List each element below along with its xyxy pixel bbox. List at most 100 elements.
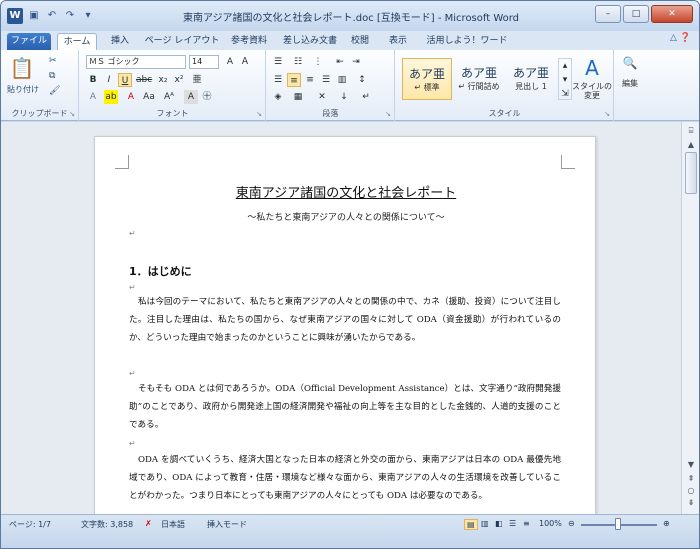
document-subtitle[interactable]: ～私たちと東南アジアの人々との関係について～: [95, 210, 597, 223]
page-count[interactable]: ページ: 1/7: [9, 519, 51, 530]
tab-word-tips[interactable]: 活用しよう！ワード: [425, 33, 509, 50]
zoom-out-icon[interactable]: ⊖: [568, 519, 575, 528]
language[interactable]: 日本語: [161, 519, 185, 530]
bullets-icon[interactable]: ☰: [271, 55, 285, 69]
highlight-color-icon[interactable]: ab: [104, 90, 118, 104]
cut-icon[interactable]: ✂: [49, 56, 57, 66]
redo-icon[interactable]: ↷: [63, 9, 77, 23]
tab-file[interactable]: ファイル: [7, 33, 51, 50]
change-styles-button[interactable]: スタイルの変更: [570, 82, 614, 100]
draft-icon[interactable]: ≡: [523, 519, 530, 528]
find-icon[interactable]: 🔍: [619, 56, 641, 70]
tab-view[interactable]: 表示: [385, 33, 411, 50]
align-left-icon[interactable]: ☰: [271, 73, 285, 87]
insert-mode[interactable]: 挿入モード: [207, 519, 247, 530]
change-styles-icon[interactable]: A: [572, 56, 612, 80]
minimize-button[interactable]: –: [595, 5, 621, 23]
maximize-button[interactable]: □: [623, 5, 649, 23]
help-icon[interactable]: ❓: [680, 33, 691, 43]
numbering-icon[interactable]: ☷: [291, 55, 305, 69]
font-color-icon[interactable]: A: [124, 90, 138, 104]
superscript-button[interactable]: x²: [172, 73, 186, 87]
next-page-icon[interactable]: ⇟: [684, 496, 698, 510]
grow-font-icon[interactable]: A: [223, 55, 237, 69]
print-layout-icon[interactable]: ▤: [464, 519, 478, 530]
tab-references[interactable]: 参考資料: [227, 33, 271, 50]
vertical-scrollbar[interactable]: ⌸ ▲ ▼ ⇞ ○ ⇟: [681, 122, 699, 514]
window-controls: – □ ✕: [595, 5, 693, 23]
italic-button[interactable]: I: [102, 73, 116, 87]
bold-button[interactable]: B: [86, 73, 100, 87]
status-bar: ページ: 1/7 文字数: 3,858 ✗ 日本語 挿入モード ▤ ▥ ◧ ☰ …: [1, 514, 699, 548]
scroll-up-icon[interactable]: ▲: [684, 138, 698, 152]
ruler-toggle-icon[interactable]: ⌸: [684, 124, 698, 138]
format-painter-icon[interactable]: 🖌: [49, 86, 60, 96]
zoom-level[interactable]: 100%: [539, 519, 562, 528]
character-border-icon[interactable]: Aᴬ: [162, 90, 176, 104]
web-layout-icon[interactable]: ◧: [495, 519, 503, 528]
tab-page-layout[interactable]: ページ レイアウト: [143, 33, 221, 50]
underline-button[interactable]: U: [118, 73, 132, 87]
tab-home[interactable]: ホーム: [57, 33, 97, 50]
undo-icon[interactable]: ↶: [45, 9, 59, 23]
proofing-icon[interactable]: ✗: [145, 519, 152, 528]
zoom-slider-thumb[interactable]: [615, 518, 621, 530]
font-name-select[interactable]: ＭＳ ゴシック: [86, 55, 186, 69]
style-heading-1[interactable]: あア亜 見出し 1: [506, 58, 556, 100]
change-case-icon[interactable]: Aa: [142, 90, 156, 104]
minimize-ribbon-icon[interactable]: △: [670, 33, 677, 43]
full-screen-reading-icon[interactable]: ▥: [481, 519, 489, 528]
increase-indent-icon[interactable]: ⇥: [349, 55, 363, 69]
font-expand-icon[interactable]: ↘: [256, 110, 262, 118]
decrease-indent-icon[interactable]: ⇤: [333, 55, 347, 69]
body-paragraph-1[interactable]: 私は今回のテーマにおいて、私たちと東南アジアの人々との関係の中で、カネ（援助、投…: [129, 293, 561, 347]
show-marks-icon[interactable]: ↵: [359, 90, 373, 104]
word-count[interactable]: 文字数: 3,858: [81, 519, 133, 530]
style-no-spacing[interactable]: あア亜 ↵ 行間詰め: [454, 58, 504, 100]
document-page[interactable]: 東南アジア諸国の文化と社会レポート ～私たちと東南アジアの人々との関係について～…: [94, 136, 596, 516]
distributed-icon[interactable]: ▥: [335, 73, 349, 87]
tab-mailings[interactable]: 差し込み文書: [281, 33, 339, 50]
save-icon[interactable]: ▣: [27, 9, 41, 23]
justify-icon[interactable]: ☰: [319, 73, 333, 87]
document-title[interactable]: 東南アジア諸国の文化と社会レポート: [95, 182, 597, 201]
scroll-down-icon[interactable]: ▼: [684, 458, 698, 472]
paste-icon[interactable]: 📋: [9, 56, 35, 82]
sort-icon[interactable]: ↓: [337, 90, 351, 104]
zoom-in-icon[interactable]: ⊕: [663, 519, 670, 528]
copy-icon[interactable]: ⧉: [49, 71, 55, 81]
body-paragraph-3[interactable]: ODA を調べていくうち、経済大国となった日本の経済と外交の面から、東南アジアは…: [129, 451, 561, 505]
align-center-icon[interactable]: ≡: [287, 73, 301, 87]
subscript-button[interactable]: x₂: [156, 73, 170, 87]
close-button[interactable]: ✕: [651, 5, 693, 23]
align-right-icon[interactable]: ≡: [303, 73, 317, 87]
styles-expand-icon[interactable]: ↘: [604, 110, 610, 118]
strikethrough-button[interactable]: abc: [136, 73, 152, 87]
margin-corner-top-left: [115, 155, 129, 169]
line-spacing-icon[interactable]: ↕: [355, 73, 369, 87]
tab-insert[interactable]: 挿入: [105, 33, 135, 50]
paragraph-expand-icon[interactable]: ↘: [385, 110, 391, 118]
enclosed-character-icon[interactable]: ㊉: [200, 90, 214, 104]
shading-icon[interactable]: ◈: [271, 90, 285, 104]
style-normal[interactable]: あア亜 ↵ 標準: [402, 58, 452, 100]
character-shading-icon[interactable]: A: [184, 90, 198, 104]
customize-icon[interactable]: ▾: [81, 9, 95, 23]
tab-review[interactable]: 校閲: [347, 33, 373, 50]
paste-button[interactable]: 貼り付け: [3, 84, 43, 95]
shrink-font-icon[interactable]: Ａ: [238, 55, 252, 69]
style-normal-label: ↵ 標準: [414, 83, 440, 92]
scrollbar-thumb[interactable]: [685, 152, 697, 194]
phonetic-guide-icon[interactable]: 亜: [190, 73, 204, 87]
font-size-select[interactable]: 14: [189, 55, 219, 69]
word-app-icon[interactable]: W: [7, 8, 23, 24]
outline-icon[interactable]: ☰: [509, 519, 516, 528]
section-heading[interactable]: 1．はじめに: [129, 263, 192, 279]
borders-icon[interactable]: ▦: [291, 90, 305, 104]
multilevel-list-icon[interactable]: ⋮: [311, 55, 325, 69]
text-effects-icon[interactable]: A: [86, 90, 100, 104]
editing-button[interactable]: 編集: [615, 78, 645, 89]
asian-layout-icon[interactable]: ✕: [315, 90, 329, 104]
clipboard-expand-icon[interactable]: ↘: [69, 110, 75, 118]
body-paragraph-2[interactable]: そもそも ODA とは何であろうか。ODA（Official Developme…: [129, 380, 561, 434]
